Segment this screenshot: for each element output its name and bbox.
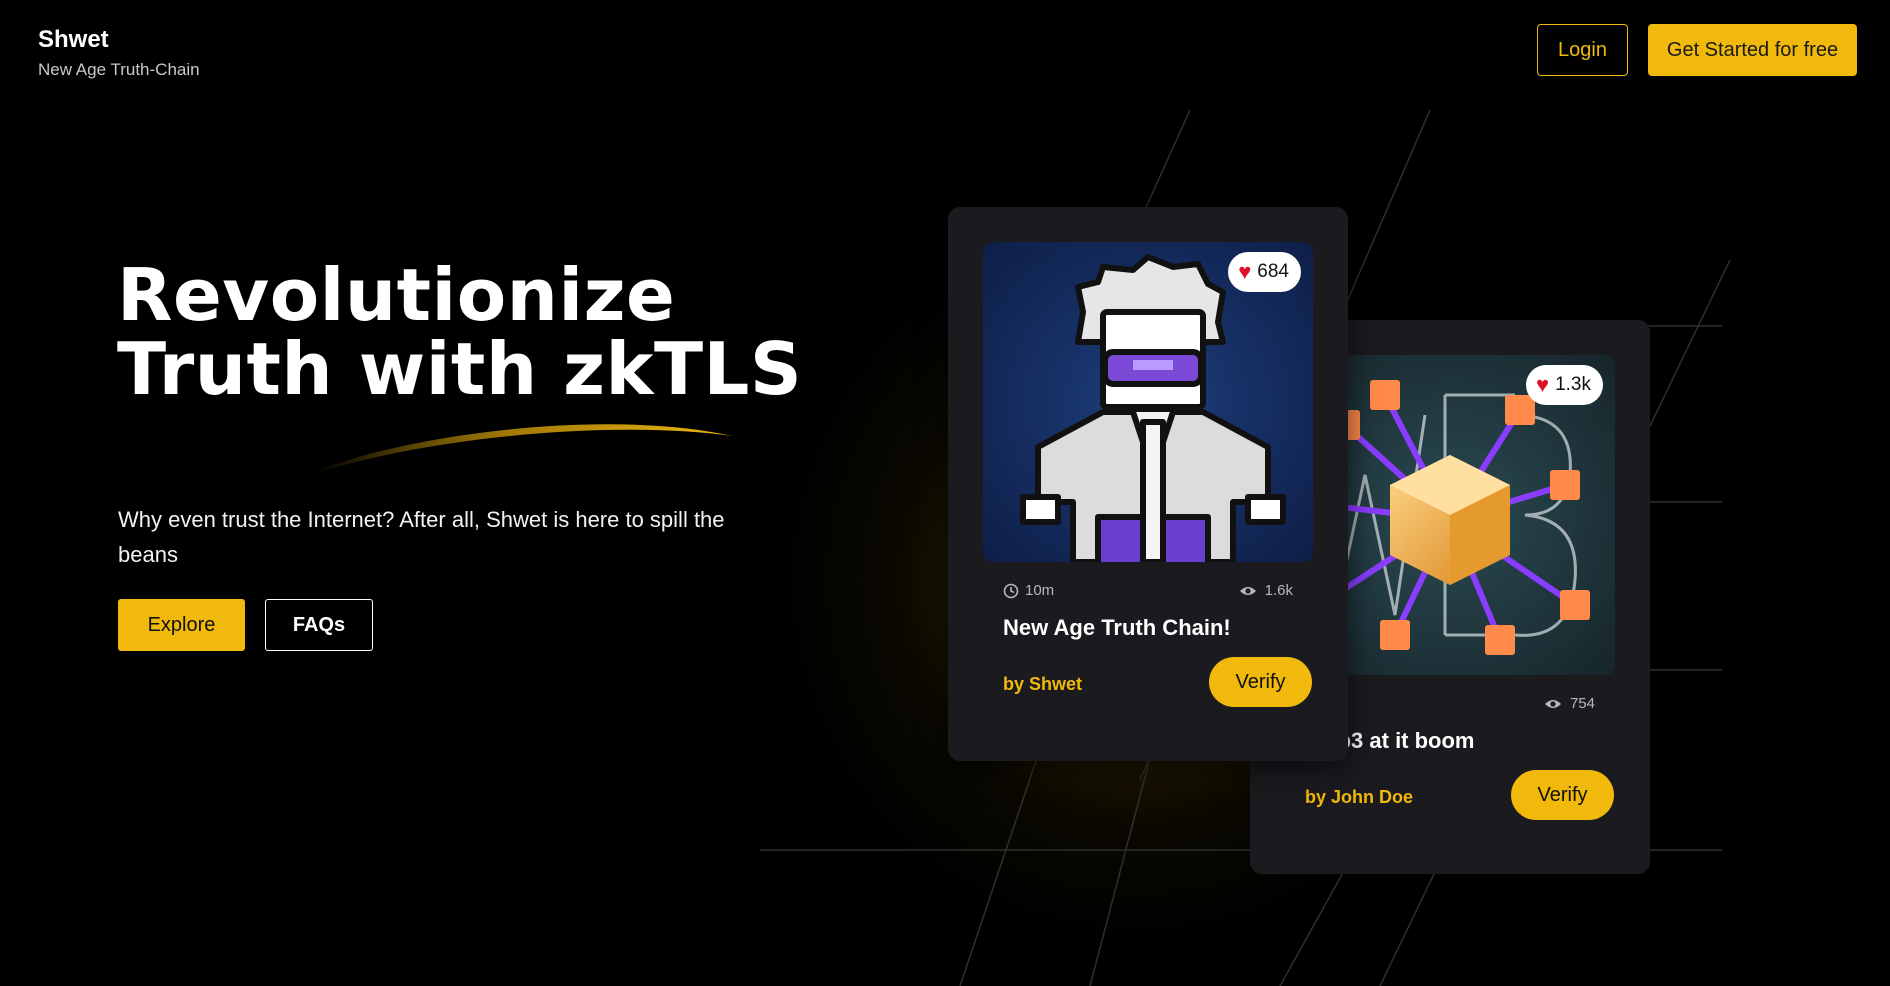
get-started-button[interactable]: Get Started for free [1648,24,1857,76]
hero-title-line-1: Revolutionize [117,253,676,337]
post-card-shwet[interactable]: ♥ 684 10m 1.6k New Age Truth Chain! by S… [948,207,1348,761]
heart-icon: ♥ [1238,259,1252,284]
card-author[interactable]: by John Doe [1305,787,1413,808]
card-image-shwet: ♥ 684 [983,242,1313,562]
views-count: 754 [1569,695,1595,712]
explore-button[interactable]: Explore [118,599,245,651]
faqs-button[interactable]: FAQs [265,599,373,651]
card-title[interactable]: New Age Truth Chain! [1003,615,1303,641]
brand[interactable]: Shwet New Age Truth-Chain [38,26,200,80]
clock-icon [1003,583,1019,598]
views-count: 1.6k [1264,582,1293,599]
brand-tagline: New Age Truth-Chain [38,60,200,79]
verify-button[interactable]: Verify [1511,770,1614,820]
likes-badge[interactable]: ♥ 1.3k [1526,365,1603,405]
eye-icon [1544,699,1561,708]
likes-count: 1.3k [1555,374,1591,395]
hero-subtitle: Why even trust the Internet? After all, … [118,507,725,567]
hero-title: Revolutionize Truth with zkTLS [117,258,817,406]
post-time: 10m [1003,582,1054,599]
title-underline-swoosh [318,424,732,472]
card-meta: 754 [1305,695,1595,715]
views: 1.6k [1239,582,1293,599]
time-text: 10m [1025,582,1055,599]
hero-title-line-2: Truth with zkTLS [117,327,803,411]
card-author[interactable]: by Shwet [1003,674,1082,695]
login-button[interactable]: Login [1537,24,1628,76]
likes-count: 684 [1257,261,1289,282]
verify-button[interactable]: Verify [1209,657,1312,707]
card-meta: 10m 1.6k [1003,582,1293,602]
card-title[interactable]: Web3 at it boom [1305,728,1605,754]
views: 754 [1544,695,1595,712]
heart-icon: ♥ [1536,372,1550,397]
brand-name: Shwet [38,26,109,53]
eye-icon [1239,586,1256,595]
likes-badge[interactable]: ♥ 684 [1228,252,1301,292]
